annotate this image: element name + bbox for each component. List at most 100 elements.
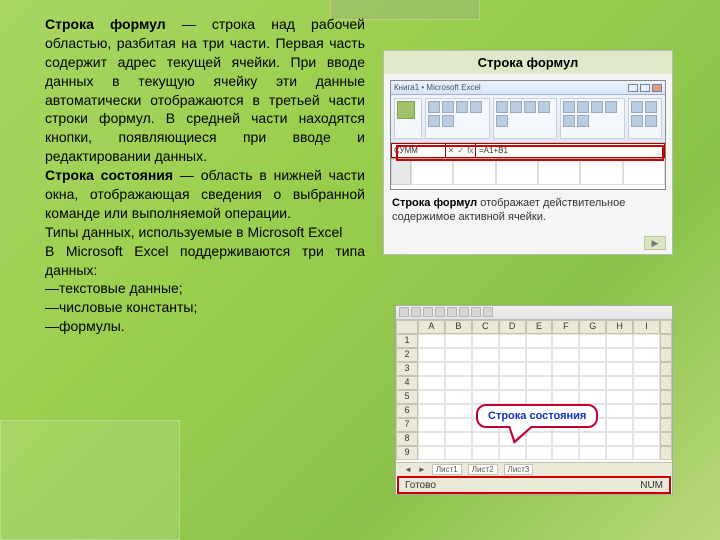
sheet-cells [411,159,665,185]
cell [552,348,579,362]
row-header: 1 [396,334,418,348]
cell [633,362,660,376]
cell [472,362,499,376]
ribbon-group-edit [628,98,662,139]
slide-page: Строка формул — строка над рабочей облас… [0,0,720,540]
cell [418,348,445,362]
list-item-text-data: —текстовые данные; [45,279,365,298]
term-formula-bar: Строка формул [45,16,166,32]
toolbar-icon [447,307,457,317]
ribbon-icon [605,101,617,113]
cell [445,432,472,446]
excel-window-screenshot: Книга1 • Microsoft Excel [390,80,666,190]
cell [526,362,553,376]
cell [606,348,633,362]
toolbar-icon [399,307,409,317]
scrollbar-track [660,432,672,446]
cell [633,404,660,418]
cell [499,446,526,460]
figure-status-bar: A B C D E F G H I 123456789Строка состоя… [395,305,673,495]
figure-formula-bar-title: Строка формул [384,51,672,74]
cell [418,418,445,432]
column-headers: A B C D E F G H I [396,320,672,334]
ribbon [391,95,665,143]
cell [499,362,526,376]
row-header: 5 [396,390,418,404]
toolbar-icon [483,307,493,317]
enter-icon: ✓ [457,146,464,155]
cell [579,390,606,404]
cell [552,376,579,390]
cell [445,362,472,376]
cell [579,376,606,390]
ribbon-icon [510,101,522,113]
cell [445,418,472,432]
cell [445,334,472,348]
sheet-tab: Лист2 [468,464,498,475]
cell [418,446,445,460]
cell [418,362,445,376]
status-bar-highlight: Готово NUM [397,476,671,494]
list-item-numeric-constants: —числовые константы; [45,298,365,317]
figure-formula-bar-caption: Строка формул отображает действительное … [384,192,672,227]
cell [579,362,606,376]
cell [472,446,499,460]
sheet-tab: Лист3 [504,464,534,475]
scrollbar-track [660,390,672,404]
ribbon-icon [442,115,454,127]
term-status-bar: Строка состояния [45,167,173,183]
col-head [660,320,672,334]
cell [633,418,660,432]
cell [606,390,633,404]
desc-formula-bar: — строка над рабочей областью, разбитая … [45,16,365,164]
cancel-icon: ✕ [448,146,455,155]
cell [579,432,606,446]
paragraph-data-types-intro: В Microsoft Excel поддерживаются три тип… [45,242,365,280]
col-head: F [552,320,579,334]
ribbon-icon [456,101,468,113]
ribbon-icon [470,101,482,113]
cell [445,376,472,390]
cell [472,376,499,390]
cell [445,348,472,362]
paragraph-data-types-heading: Типы данных, используемые в Microsoft Ex… [45,223,365,242]
ribbon-icon [591,101,603,113]
cell [552,446,579,460]
ribbon-group-align [560,98,625,139]
cell [499,334,526,348]
window-titlebar: Книга1 • Microsoft Excel [391,81,665,95]
col-head: B [445,320,472,334]
figure-formula-bar: Строка формул Книга1 • Microsoft Excel [383,50,673,255]
tab-nav-icon: ► [418,465,426,474]
cell [472,348,499,362]
cell [633,376,660,390]
row-header-stub [391,159,411,185]
status-left-text: Готово [405,480,436,491]
maximize-icon [640,84,650,92]
cell [526,390,553,404]
row-header: 2 [396,348,418,362]
cell [526,446,553,460]
col-head: H [606,320,633,334]
ribbon-icon [577,115,589,127]
ribbon-icon [577,101,589,113]
cell [552,334,579,348]
formula-input: =A1+B1 [476,143,665,158]
cell [579,348,606,362]
close-icon [652,84,662,92]
cell [538,159,580,185]
sheet-tab: Лист1 [432,464,462,475]
ribbon-group-font [493,98,558,139]
ribbon-icon [563,101,575,113]
cell [472,390,499,404]
cell [552,432,579,446]
formula-bar-buttons: ✕ ✓ fx [446,143,476,158]
toolbar-icon [411,307,421,317]
cell [606,432,633,446]
col-head: C [472,320,499,334]
scrollbar-track [660,334,672,348]
cell [606,362,633,376]
cell [526,376,553,390]
cell [552,390,579,404]
cell [453,159,495,185]
